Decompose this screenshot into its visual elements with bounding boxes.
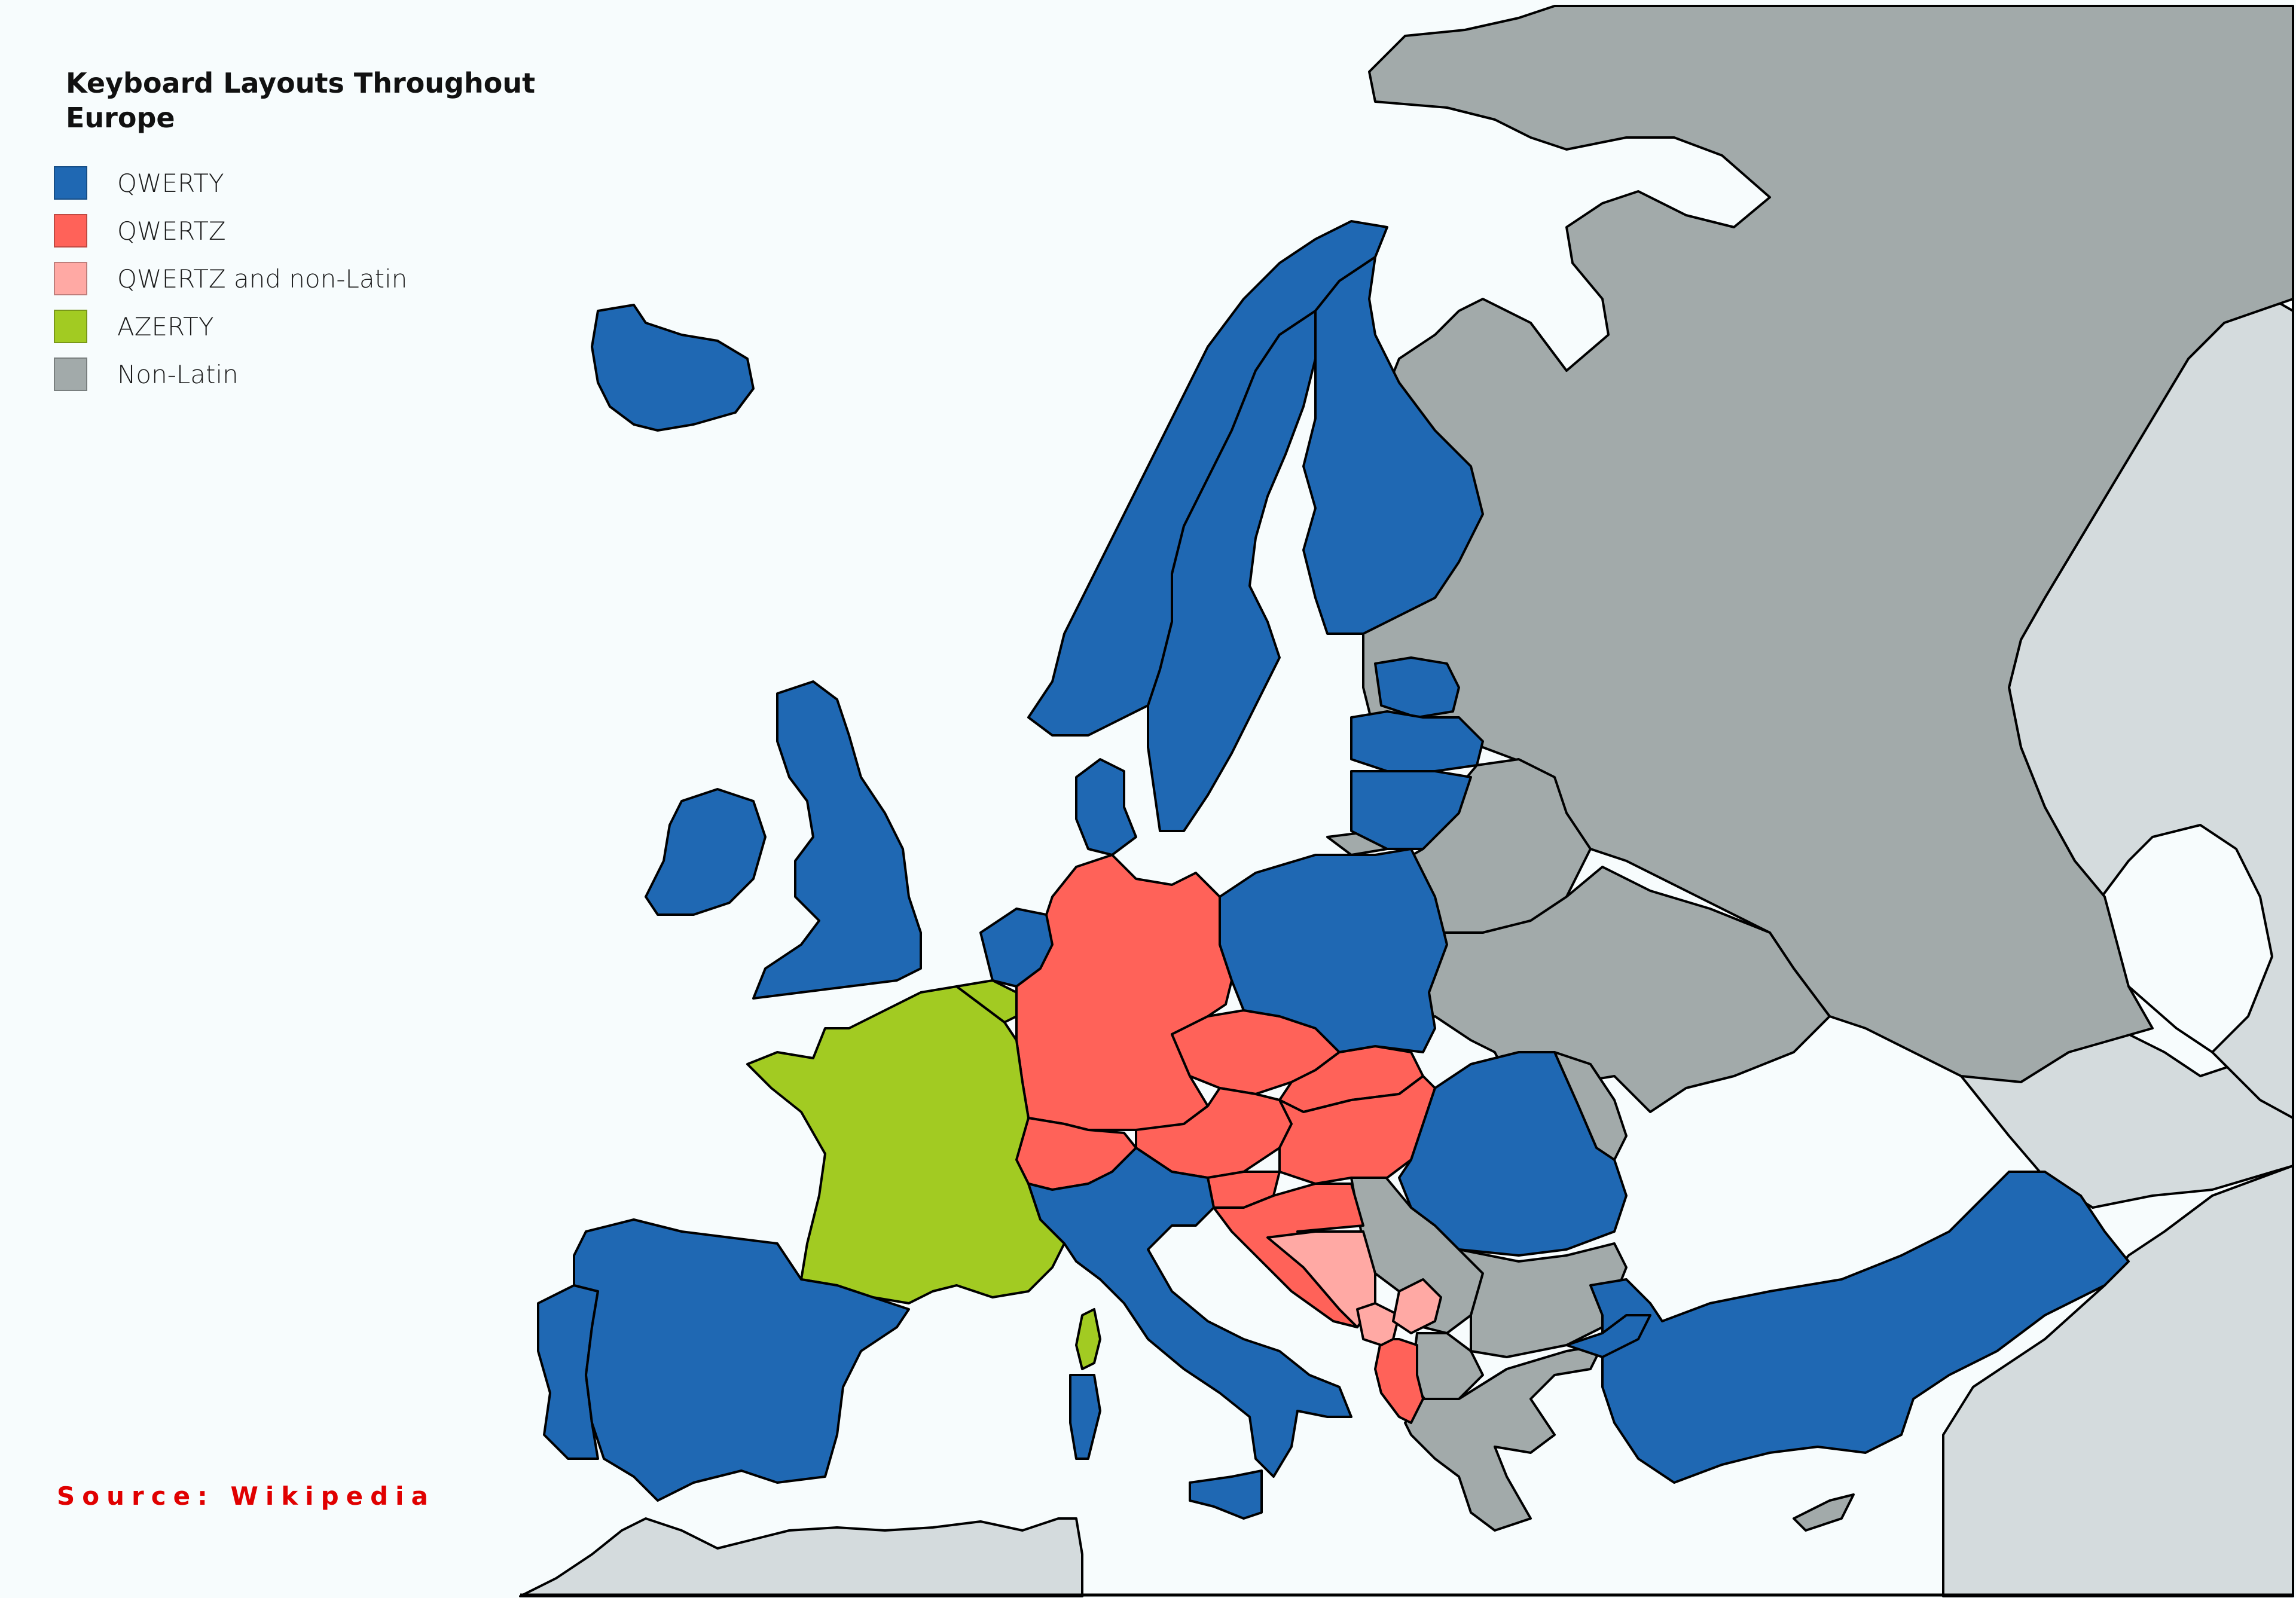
legend-label: QWERTZ xyxy=(117,216,226,246)
legend-swatch xyxy=(54,166,87,200)
legend-item-qwertz-non-latin: QWERTZ and non-Latin xyxy=(54,255,544,303)
country-cyprus xyxy=(1793,1493,1855,1532)
legend-label: QWERTZ and non-Latin xyxy=(117,264,408,294)
region-north-africa xyxy=(519,1517,1083,1597)
legend-item-qwertz: QWERTZ xyxy=(54,207,544,255)
legend-swatch xyxy=(54,262,87,295)
country-montenegro xyxy=(1356,1302,1400,1346)
legend: Keyboard Layouts Throughout Europe QWERT… xyxy=(54,66,544,398)
legend-label: AZERTY xyxy=(117,311,214,341)
country-ireland xyxy=(645,788,767,916)
region-corsica xyxy=(1075,1308,1101,1370)
region-sardinia xyxy=(1069,1374,1101,1460)
legend-swatch xyxy=(54,310,87,343)
region-sicily xyxy=(1189,1469,1263,1520)
country-iceland xyxy=(591,304,755,432)
legend-item-qwerty: QWERTY xyxy=(54,159,544,207)
legend-swatch xyxy=(54,358,87,391)
legend-items: QWERTY QWERTZ QWERTZ and non-Latin AZERTY No… xyxy=(54,159,544,398)
legend-swatch xyxy=(54,214,87,248)
country-united-kingdom xyxy=(752,680,922,1000)
legend-label: Non-Latin xyxy=(117,359,239,389)
source-credit: Source: Wikipedia xyxy=(57,1481,435,1511)
map-title: Keyboard Layouts Throughout Europe xyxy=(66,67,536,134)
country-albania xyxy=(1374,1338,1424,1424)
legend-item-non-latin: Non-Latin xyxy=(54,350,544,398)
country-latvia xyxy=(1350,710,1484,772)
country-denmark xyxy=(1075,758,1137,856)
country-estonia xyxy=(1374,656,1460,719)
legend-label: QWERTY xyxy=(117,168,224,198)
legend-item-azerty: AZERTY xyxy=(54,303,544,350)
country-germany xyxy=(1015,854,1233,1131)
